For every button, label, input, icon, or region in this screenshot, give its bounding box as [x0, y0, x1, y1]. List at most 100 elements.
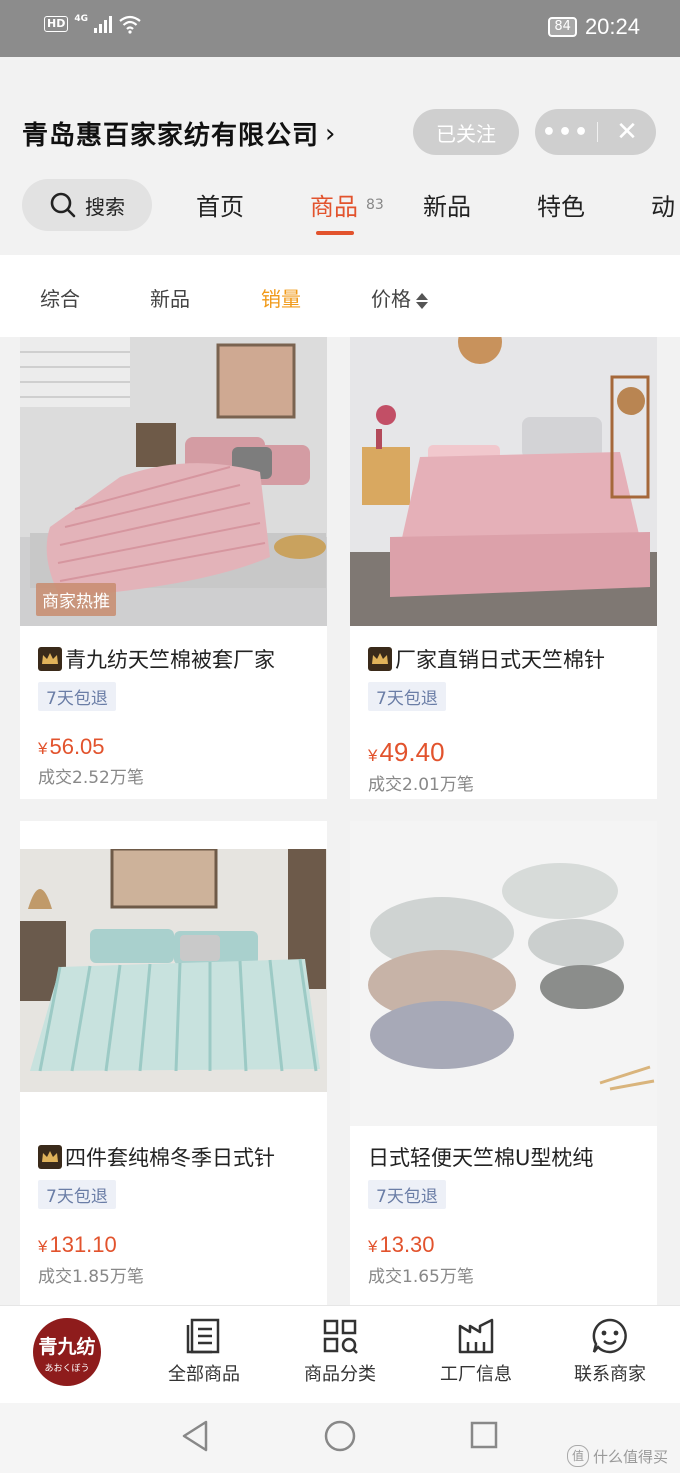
status-bar: HD 4G 84 20:24	[0, 0, 680, 57]
chat-face-icon	[592, 1318, 627, 1354]
product-card[interactable]: 商家热推 青九纺天竺棉被套厂家 7天包退 ¥56.05 成交2.52万笔	[20, 337, 327, 799]
sort-bar: 综合 新品 销量 价格	[0, 255, 680, 337]
sold-count: 成交1.65万笔	[368, 1267, 474, 1287]
sort-sales[interactable]: 销量	[261, 283, 301, 312]
tab-products[interactable]: 商品	[310, 187, 358, 222]
logo-line2: あおくぼう	[44, 1364, 90, 1374]
sold-count: 成交1.85万笔	[38, 1267, 144, 1287]
product-grid: 商家热推 青九纺天竺棉被套厂家 7天包退 ¥56.05 成交2.52万笔 厂家直…	[0, 337, 680, 1305]
shop-header: 青岛惠百家家纺有限公司 › 已关注 ••• ✕ 搜索 首页 商品 83 新品 特…	[0, 57, 680, 255]
capsule-divider	[597, 122, 598, 142]
wifi-icon	[119, 15, 141, 34]
sort-price-label: 价格	[371, 287, 411, 311]
product-title-text: 青九纺天竺棉被套厂家	[65, 648, 275, 672]
miniapp-capsule: ••• ✕	[535, 109, 656, 155]
price-value: 131.10	[49, 1232, 117, 1257]
back-icon[interactable]	[180, 1419, 210, 1453]
crown-icon	[38, 647, 62, 671]
tab-products-count: 83	[366, 197, 384, 213]
sort-arrows-icon	[416, 292, 428, 309]
shop-tabs: 搜索 首页 商品 83 新品 特色 动	[0, 177, 680, 247]
product-price: ¥131.10	[38, 1232, 117, 1258]
close-icon[interactable]: ✕	[598, 117, 656, 147]
nav-label: 全部商品	[168, 1364, 240, 1385]
product-image	[350, 337, 657, 626]
product-title: 日式轻便天竺棉U型枕纯	[368, 1142, 593, 1172]
tab-home[interactable]: 首页	[196, 187, 244, 222]
sort-price[interactable]: 价格	[371, 283, 429, 312]
watermark: 值 什么值得买	[566, 1445, 668, 1467]
bottom-nav: 青九纺 あおくぼう 全部商品 商品分类 工厂信息 联系商家	[0, 1305, 680, 1404]
battery-icon: 84	[548, 17, 577, 37]
product-image	[350, 821, 657, 1126]
active-tab-indicator	[316, 231, 354, 235]
search-icon	[50, 192, 76, 218]
sold-count: 成交2.01万笔	[368, 775, 474, 795]
search-label: 搜索	[85, 194, 125, 219]
product-title-text: 厂家直销日式天竺棉针	[395, 648, 605, 672]
status-right: 84 20:24	[548, 14, 640, 40]
status-indicators: HD 4G	[44, 14, 142, 34]
product-title-text: 四件套纯棉冬季日式针	[65, 1146, 275, 1170]
product-title: 厂家直销日式天竺棉针	[368, 644, 605, 674]
return-policy-badge: 7天包退	[368, 682, 446, 711]
return-policy-badge: 7天包退	[368, 1180, 446, 1209]
currency-symbol: ¥	[38, 1237, 48, 1256]
product-price: ¥13.30	[368, 1232, 435, 1258]
return-policy-badge: 7天包退	[38, 682, 116, 711]
product-title: 青九纺天竺棉被套厂家	[38, 644, 275, 674]
hd-icon: HD	[44, 16, 69, 32]
nav-label: 联系商家	[574, 1364, 646, 1385]
clock: 20:24	[584, 14, 640, 39]
sort-new[interactable]: 新品	[150, 283, 190, 312]
price-value: 49.40	[379, 737, 445, 767]
currency-symbol: ¥	[38, 739, 48, 758]
factory-icon	[458, 1318, 494, 1354]
product-card[interactable]: 四件套纯棉冬季日式针 7天包退 ¥131.10 成交1.85万笔	[20, 821, 327, 1305]
watermark-logo: 值	[566, 1445, 589, 1467]
nav-label: 商品分类	[304, 1364, 376, 1385]
signal-icon	[94, 15, 112, 33]
recent-apps-icon[interactable]	[469, 1420, 499, 1450]
hot-recommend-tag: 商家热推	[36, 583, 116, 616]
product-category-button[interactable]: 商品分类	[280, 1316, 400, 1386]
crown-icon	[38, 1145, 62, 1169]
document-list-icon	[186, 1318, 220, 1354]
shop-name: 青岛惠百家家纺有限公司	[22, 121, 320, 151]
product-card[interactable]: 厂家直销日式天竺棉针 7天包退 ¥49.40 成交2.01万笔	[350, 337, 657, 799]
crown-icon	[368, 647, 392, 671]
return-policy-badge: 7天包退	[38, 1180, 116, 1209]
product-image: 商家热推	[20, 337, 327, 626]
price-value: 56.05	[49, 734, 105, 759]
price-value: 13.30	[379, 1232, 435, 1257]
product-card[interactable]: 日式轻便天竺棉U型枕纯 7天包退 ¥13.30 成交1.65万笔	[350, 821, 657, 1305]
logo-line1: 青九纺	[38, 1336, 96, 1358]
nav-label: 工厂信息	[440, 1364, 512, 1385]
chevron-right-icon: ›	[325, 118, 336, 149]
currency-symbol: ¥	[368, 1237, 378, 1256]
shop-logo[interactable]: 青九纺 あおくぼう	[33, 1318, 101, 1386]
all-products-button[interactable]: 全部商品	[144, 1316, 264, 1386]
more-dots-icon[interactable]: •••	[535, 120, 597, 145]
product-title: 四件套纯棉冬季日式针	[38, 1142, 275, 1172]
product-price: ¥49.40	[368, 737, 445, 768]
product-price: ¥56.05	[38, 734, 105, 760]
currency-symbol: ¥	[368, 746, 378, 765]
tab-new[interactable]: 新品	[423, 187, 471, 222]
network-type: 4G	[74, 14, 88, 24]
watermark-text: 什么值得买	[592, 1447, 668, 1466]
product-image	[20, 849, 327, 1092]
product-title-text: 日式轻便天竺棉U型枕纯	[368, 1146, 594, 1170]
tab-dynamics[interactable]: 动	[651, 187, 675, 222]
tab-featured[interactable]: 特色	[537, 187, 585, 222]
sort-overall[interactable]: 综合	[40, 283, 80, 312]
contact-seller-button[interactable]: 联系商家	[550, 1316, 670, 1386]
follow-button[interactable]: 已关注	[413, 109, 519, 155]
sold-count: 成交2.52万笔	[38, 768, 144, 788]
shop-name-link[interactable]: 青岛惠百家家纺有限公司 ›	[22, 115, 335, 152]
category-grid-icon	[323, 1319, 358, 1354]
factory-info-button[interactable]: 工厂信息	[416, 1316, 536, 1386]
home-icon[interactable]	[323, 1419, 357, 1453]
system-nav-bar: 值 什么值得买	[0, 1403, 680, 1473]
search-button[interactable]: 搜索	[22, 179, 152, 231]
